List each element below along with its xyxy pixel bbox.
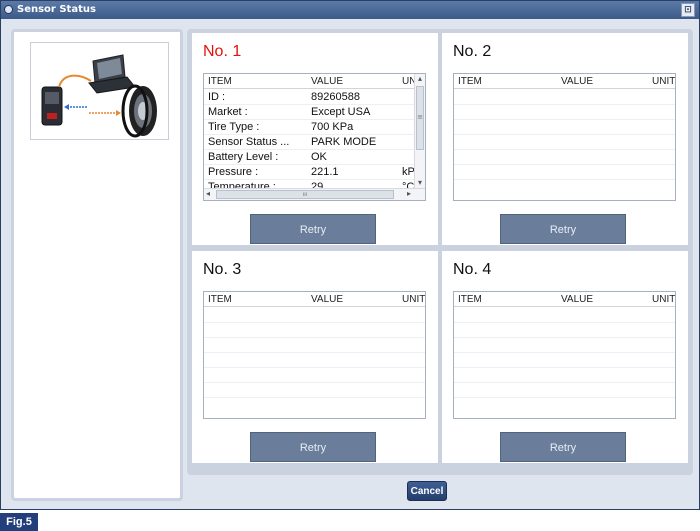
grid-header: ITEM VALUE UNIᵀ <box>204 74 425 89</box>
left-panel <box>11 29 183 501</box>
scroll-down-icon[interactable]: ▾ <box>415 178 425 188</box>
column-unit[interactable]: UNIT <box>652 76 675 87</box>
sensor-panels-area: No. 1 ITEM VALUE UNIᵀ ID : 89260588 Mark… <box>187 29 693 475</box>
retry-button[interactable]: Retry <box>250 432 376 462</box>
column-item[interactable]: ITEM <box>458 76 482 87</box>
column-value[interactable]: VALUE <box>311 76 343 87</box>
column-item[interactable]: ITEM <box>208 76 232 87</box>
signal-arrows <box>64 104 121 116</box>
sensor-status-window: Sensor Status ⊡ No. 1 ITEM VALUE UNIᵀ ID… <box>0 0 700 510</box>
tpms-illustration <box>30 42 169 140</box>
retry-button[interactable]: Retry <box>500 214 626 244</box>
sensor-panel-3: No. 3 ITEM VALUE UNIT Retry <box>192 251 438 463</box>
grid-header: ITEM VALUE UNIT <box>454 292 675 307</box>
retry-button[interactable]: Retry <box>500 432 626 462</box>
restore-icon[interactable]: ⊡ <box>681 3 695 17</box>
tire-icon <box>121 84 157 138</box>
illustration-svg <box>41 54 157 138</box>
row-4-value: PARK MODE <box>311 136 377 148</box>
grid-header: ITEM VALUE UNIT <box>204 292 425 307</box>
figure-label: Fig.5 <box>0 513 38 531</box>
row-6-item: Pressure : <box>208 166 259 178</box>
row-5-item: Battery Level : <box>208 151 279 163</box>
column-item[interactable]: ITEM <box>458 294 482 305</box>
scroll-right-icon[interactable]: ▸ <box>407 189 411 198</box>
horizontal-scrollbar[interactable]: ◂ ııı ▸ <box>204 188 425 200</box>
panel-title: No. 1 <box>203 43 242 60</box>
row-4-item: Sensor Status ... <box>208 136 290 148</box>
scroll-left-icon[interactable]: ◂ <box>206 189 210 198</box>
column-value[interactable]: VALUE <box>311 294 343 305</box>
row-5-value: OK <box>311 151 327 163</box>
panel-title: No. 2 <box>453 43 492 60</box>
retry-button[interactable]: Retry <box>250 214 376 244</box>
column-value[interactable]: VALUE <box>561 294 593 305</box>
row-2-value: Except USA <box>311 106 371 118</box>
scroll-up-icon[interactable]: ▴ <box>415 74 425 84</box>
sensor-data-grid[interactable]: ITEM VALUE UNIᵀ ID : 89260588 Market : E… <box>203 73 426 201</box>
sensor-data-grid[interactable]: ITEM VALUE UNIT <box>453 291 676 419</box>
laptop-icon <box>88 54 136 94</box>
column-item[interactable]: ITEM <box>208 294 232 305</box>
scroll-hthumb[interactable]: ııı <box>216 190 394 199</box>
row-6-value: 221.1 <box>311 166 339 178</box>
row-2-item: Market : <box>208 106 248 118</box>
column-unit[interactable]: UNIT <box>402 294 425 305</box>
sensor-panel-4: No. 4 ITEM VALUE UNIT Retry <box>442 251 688 463</box>
scan-tool-icon <box>41 86 63 126</box>
window-title: Sensor Status <box>17 4 96 15</box>
row-1-item: ID : <box>208 91 226 103</box>
scroll-thumb[interactable]: ≡ <box>416 86 424 150</box>
row-1-value: 89260588 <box>311 91 360 103</box>
row-3-item: Tire Type : <box>208 121 260 133</box>
title-bar: Sensor Status ⊡ <box>1 1 699 19</box>
cancel-button[interactable]: Cancel <box>407 481 447 501</box>
vertical-scrollbar[interactable]: ▴ ≡ ▾ <box>414 74 425 188</box>
sensor-data-grid[interactable]: ITEM VALUE UNIT <box>453 73 676 201</box>
column-unit[interactable]: UNIT <box>652 294 675 305</box>
row-3-value: 700 KPa <box>311 121 354 133</box>
grid-header: ITEM VALUE UNIT <box>454 74 675 89</box>
sensor-panel-1: No. 1 ITEM VALUE UNIᵀ ID : 89260588 Mark… <box>192 33 438 245</box>
sensor-panel-2: No. 2 ITEM VALUE UNIT Retry <box>442 33 688 245</box>
column-value[interactable]: VALUE <box>561 76 593 87</box>
panel-title: No. 4 <box>453 261 492 278</box>
app-icon <box>4 5 13 14</box>
panel-title: No. 3 <box>203 261 242 278</box>
sensor-data-grid[interactable]: ITEM VALUE UNIT <box>203 291 426 419</box>
dialog-body: No. 1 ITEM VALUE UNIᵀ ID : 89260588 Mark… <box>3 21 697 507</box>
